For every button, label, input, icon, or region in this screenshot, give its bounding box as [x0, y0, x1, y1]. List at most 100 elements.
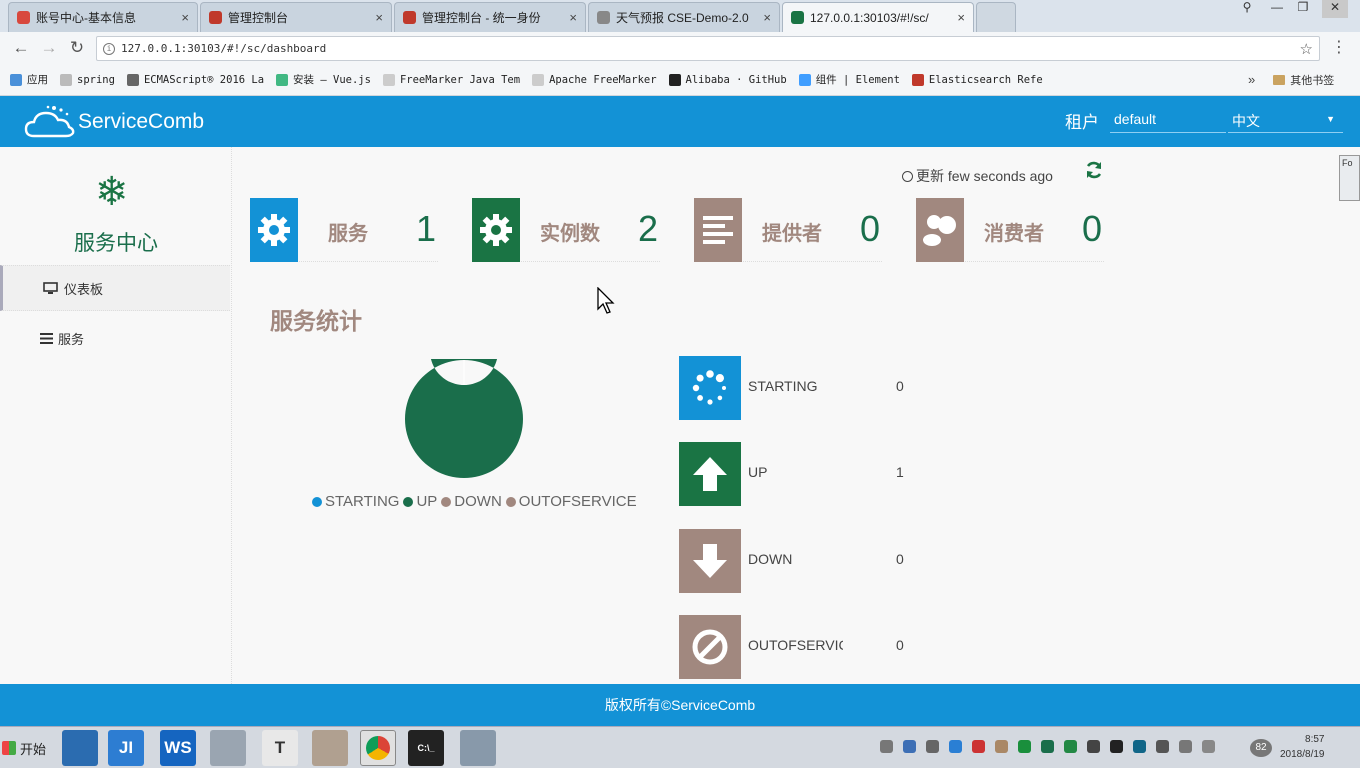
browser-tab[interactable]: 天气预报 CSE-Demo-2.0 ×: [588, 2, 780, 32]
bookmark-label: Alibaba · GitHub: [685, 73, 787, 86]
tray-icon[interactable]: [903, 740, 916, 753]
tray-icon[interactable]: [1156, 740, 1169, 753]
card-value: 1: [416, 208, 437, 249]
tab-close-icon[interactable]: ×: [957, 10, 965, 25]
providers-card[interactable]: 提供者 0: [694, 198, 882, 262]
start-label: 开始: [20, 741, 47, 757]
language-value: 中文: [1232, 113, 1260, 129]
tray-icon[interactable]: [1202, 740, 1215, 753]
bookmark-item[interactable]: spring: [60, 73, 115, 86]
tray-icon[interactable]: [880, 740, 893, 753]
tray-icon[interactable]: [1110, 740, 1123, 753]
maximize-icon[interactable]: ❐: [1290, 0, 1316, 18]
browser-tab[interactable]: 账号中心-基本信息 ×: [8, 2, 198, 32]
sidebar-item-dashboard[interactable]: 仪表板: [0, 265, 230, 311]
services-card[interactable]: 服务 1: [250, 198, 438, 262]
clock-date: 2018/8/19: [1280, 749, 1325, 760]
bookmark-item[interactable]: FreeMarker Java Tem: [382, 73, 521, 86]
side-panel-edge[interactable]: Fo: [1339, 155, 1360, 201]
tool-app-icon[interactable]: [312, 730, 348, 766]
chrome-app-icon[interactable]: [360, 730, 396, 766]
tab-close-icon[interactable]: ×: [375, 10, 383, 25]
updated-time: few seconds ago: [947, 168, 1053, 184]
system-clock[interactable]: 8:57 2018/8/19: [1280, 732, 1325, 762]
printer-app-icon[interactable]: [210, 730, 246, 766]
cloud-logo-icon: [24, 105, 75, 138]
taskbar-app-label: C:\_: [417, 743, 435, 753]
tray-icon[interactable]: [926, 740, 939, 753]
explorer-app-icon[interactable]: [62, 730, 98, 766]
servicecomb-logo[interactable]: ServiceComb: [24, 102, 204, 142]
tenant-select[interactable]: default: [1110, 111, 1226, 133]
refresh-icon[interactable]: [1084, 160, 1104, 186]
status-count: 0: [896, 378, 904, 394]
legend-label[interactable]: OUTOFSERVICE: [519, 493, 637, 510]
webstorm-app-icon[interactable]: WS: [160, 730, 196, 766]
tab-close-icon[interactable]: ×: [181, 10, 189, 25]
address-bar[interactable]: i 127.0.0.1:30103/#!/sc/dashboard ☆: [96, 36, 1320, 61]
bookmark-label: Apache FreeMarker: [549, 73, 657, 86]
reload-icon[interactable]: ↻: [66, 37, 88, 59]
sidebar-item-services[interactable]: 服务: [0, 315, 230, 361]
legend-label[interactable]: DOWN: [454, 493, 502, 510]
close-window-icon[interactable]: ✕: [1322, 0, 1348, 18]
bookmarks-overflow-icon[interactable]: »: [1248, 72, 1255, 87]
tray-icon[interactable]: [949, 740, 962, 753]
language-select[interactable]: 中文 ▼: [1228, 111, 1343, 133]
status-count: 1: [896, 464, 904, 480]
bookmark-favicon-icon: [532, 73, 545, 86]
tray-icon[interactable]: [1041, 740, 1054, 753]
folder-icon: [1273, 74, 1286, 85]
browser-tab-active[interactable]: 127.0.0.1:30103/#!/sc/ ×: [782, 2, 974, 32]
tab-close-icon[interactable]: ×: [569, 10, 577, 25]
text-editor-app-icon[interactable]: T: [262, 730, 298, 766]
terminal-app-icon[interactable]: C:\_: [408, 730, 444, 766]
dashboard-main: 更新 few seconds ago 服务 1 实例数 2 提供者 0 消费者 …: [232, 147, 1360, 684]
other-bookmarks[interactable]: 其他书签: [1273, 72, 1334, 88]
mouse-cursor-icon: [597, 287, 615, 314]
bookmark-item[interactable]: Apache FreeMarker: [532, 73, 657, 86]
bookmark-favicon-icon: [60, 73, 72, 86]
browser-tab-bar: 账号中心-基本信息 × 管理控制台 × 管理控制台 - 统一身份 × 天气预报 …: [0, 0, 1360, 32]
consumers-card[interactable]: 消费者 0: [916, 198, 1104, 262]
intellij-app-icon[interactable]: JI: [108, 730, 144, 766]
back-icon[interactable]: ←: [10, 37, 32, 59]
bookmark-label: spring: [77, 73, 115, 86]
instances-card[interactable]: 实例数 2: [472, 198, 660, 262]
tray-icon[interactable]: [1133, 740, 1146, 753]
card-icon-box: [250, 198, 298, 262]
tray-icon[interactable]: [1179, 740, 1192, 753]
bookmark-item[interactable]: ECMAScript® 2016 La: [126, 73, 265, 86]
bookmark-item[interactable]: Elasticsearch Refe: [911, 73, 1043, 86]
bookmark-item[interactable]: Alibaba · GitHub: [668, 73, 787, 86]
start-button[interactable]: 开始: [2, 735, 46, 761]
bookmark-label: FreeMarker Java Tem: [399, 73, 521, 86]
tab-close-icon[interactable]: ×: [763, 10, 771, 25]
bookmark-favicon-icon: [126, 73, 139, 86]
legend-label[interactable]: UP: [416, 493, 437, 510]
minimize-icon[interactable]: —: [1264, 0, 1290, 18]
status-count: 0: [896, 637, 904, 653]
forward-icon[interactable]: →: [38, 37, 60, 59]
browser-tab[interactable]: 管理控制台 - 统一身份 ×: [394, 2, 586, 32]
user-icon[interactable]: ⚲: [1234, 0, 1260, 18]
tray-icon[interactable]: [1018, 740, 1031, 753]
tab-favicon-icon: [209, 11, 222, 24]
new-tab-button[interactable]: [976, 2, 1016, 32]
bookmark-label: ECMAScript® 2016 La: [143, 73, 265, 86]
tray-icon[interactable]: [995, 740, 1008, 753]
tray-icon[interactable]: [1064, 740, 1077, 753]
bookmark-item[interactable]: 应用: [10, 72, 48, 87]
chrome-logo-icon: [366, 736, 390, 760]
notification-badge[interactable]: 82: [1250, 739, 1272, 757]
legend-label[interactable]: STARTING: [325, 493, 399, 510]
bookmark-item[interactable]: 组件 | Element: [798, 72, 900, 87]
tray-icon[interactable]: [1087, 740, 1100, 753]
updated-prefix: 更新: [916, 168, 944, 184]
network-app-icon[interactable]: [460, 730, 496, 766]
tray-icon[interactable]: [972, 740, 985, 753]
bookmark-item[interactable]: 安装 — Vue.js: [276, 72, 371, 87]
bookmark-star-icon[interactable]: ☆: [1300, 40, 1313, 58]
menu-icon[interactable]: ⋮: [1328, 37, 1350, 59]
browser-tab[interactable]: 管理控制台 ×: [200, 2, 392, 32]
